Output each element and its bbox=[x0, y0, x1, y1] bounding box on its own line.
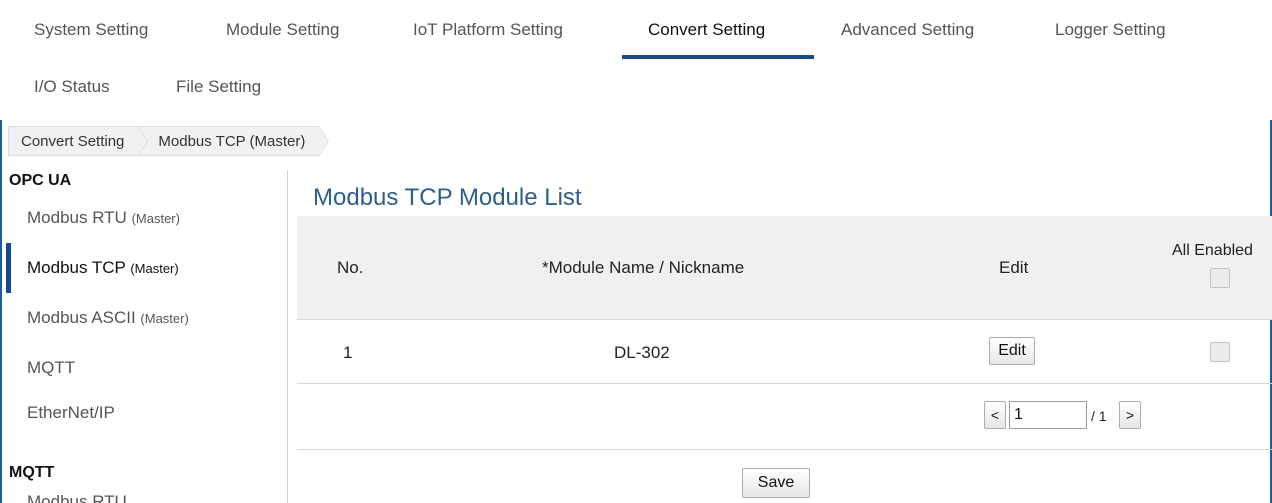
sidebar-item-ethernet-ip[interactable]: EtherNet/IP bbox=[27, 403, 115, 423]
nav-logger-setting[interactable]: Logger Setting bbox=[1055, 20, 1166, 40]
nav-advanced-setting[interactable]: Advanced Setting bbox=[841, 20, 974, 40]
header-module-name: *Module Name / Nickname bbox=[542, 258, 745, 277]
sidebar-item-sub: (Master) bbox=[131, 211, 180, 226]
row-no: 1 bbox=[343, 343, 353, 362]
sidebar-item-modbus-rtu[interactable]: Modbus RTU (Master) bbox=[27, 208, 180, 228]
breadcrumb: Convert Setting Modbus TCP (Master) bbox=[8, 126, 330, 156]
active-tab-underline bbox=[622, 55, 814, 59]
row-divider bbox=[297, 319, 1272, 320]
header-edit: Edit bbox=[999, 258, 1029, 277]
save-button[interactable]: Save bbox=[742, 468, 810, 498]
sidebar-item-sub: (Master) bbox=[140, 311, 189, 326]
nav-system-setting[interactable]: System Setting bbox=[34, 20, 148, 40]
module-list-table: No. *Module Name / Nickname Edit All Ena… bbox=[297, 216, 1272, 503]
row-divider bbox=[297, 449, 1272, 450]
prev-page-button[interactable]: < bbox=[984, 401, 1006, 429]
sidebar-heading-opc-ua: OPC UA bbox=[9, 172, 72, 189]
sidebar-item-label: MQTT bbox=[27, 358, 76, 377]
sidebar-item-label: EtherNet/IP bbox=[27, 403, 115, 422]
header-no: No. bbox=[337, 258, 364, 277]
sidebar-item-mqtt[interactable]: MQTT bbox=[27, 358, 75, 378]
row-module-name: DL-302 bbox=[614, 343, 670, 362]
sidebar-item-label: Modbus RTU bbox=[27, 208, 127, 227]
row-enabled-checkbox[interactable] bbox=[1210, 342, 1230, 362]
nav-io-status[interactable]: I/O Status bbox=[34, 77, 110, 97]
sidebar-item-modbus-ascii[interactable]: Modbus ASCII (Master) bbox=[27, 308, 189, 328]
sidebar-item-label: Modbus ASCII bbox=[27, 308, 136, 327]
header-all-enabled: All Enabled bbox=[1172, 242, 1253, 259]
sidebar-item-sub: (Master) bbox=[130, 261, 179, 276]
next-page-button[interactable]: > bbox=[1119, 401, 1141, 429]
nav-module-setting[interactable]: Module Setting bbox=[226, 20, 339, 40]
sidebar-divider bbox=[287, 170, 288, 503]
page-title: Modbus TCP Module List bbox=[313, 184, 582, 211]
sidebar-active-marker bbox=[6, 243, 11, 293]
breadcrumb-convert-setting[interactable]: Convert Setting bbox=[8, 126, 149, 156]
nav-iot-platform-setting[interactable]: IoT Platform Setting bbox=[413, 20, 563, 40]
sidebar-item-label: Modbus TCP bbox=[27, 258, 126, 277]
row-divider bbox=[297, 383, 1272, 384]
breadcrumb-modbus-tcp-master[interactable]: Modbus TCP (Master) bbox=[138, 126, 330, 156]
nav-convert-setting[interactable]: Convert Setting bbox=[648, 20, 765, 40]
all-enabled-checkbox[interactable] bbox=[1210, 268, 1230, 288]
top-navigation: System Setting Module Setting IoT Platfo… bbox=[0, 0, 1272, 120]
sidebar-item-mqtt-modbus-rtu[interactable]: Modbus RTU bbox=[27, 492, 127, 503]
sidebar-item-modbus-tcp[interactable]: Modbus TCP (Master) bbox=[27, 258, 179, 278]
page-number-input[interactable] bbox=[1009, 401, 1087, 429]
table-header: No. *Module Name / Nickname Edit All Ena… bbox=[297, 216, 1272, 319]
sidebar-heading-mqtt: MQTT bbox=[9, 464, 55, 481]
page-total: / 1 bbox=[1091, 408, 1107, 424]
edit-button[interactable]: Edit bbox=[989, 337, 1035, 365]
sidebar-item-label: Modbus RTU bbox=[27, 492, 127, 503]
nav-file-setting[interactable]: File Setting bbox=[176, 77, 261, 97]
